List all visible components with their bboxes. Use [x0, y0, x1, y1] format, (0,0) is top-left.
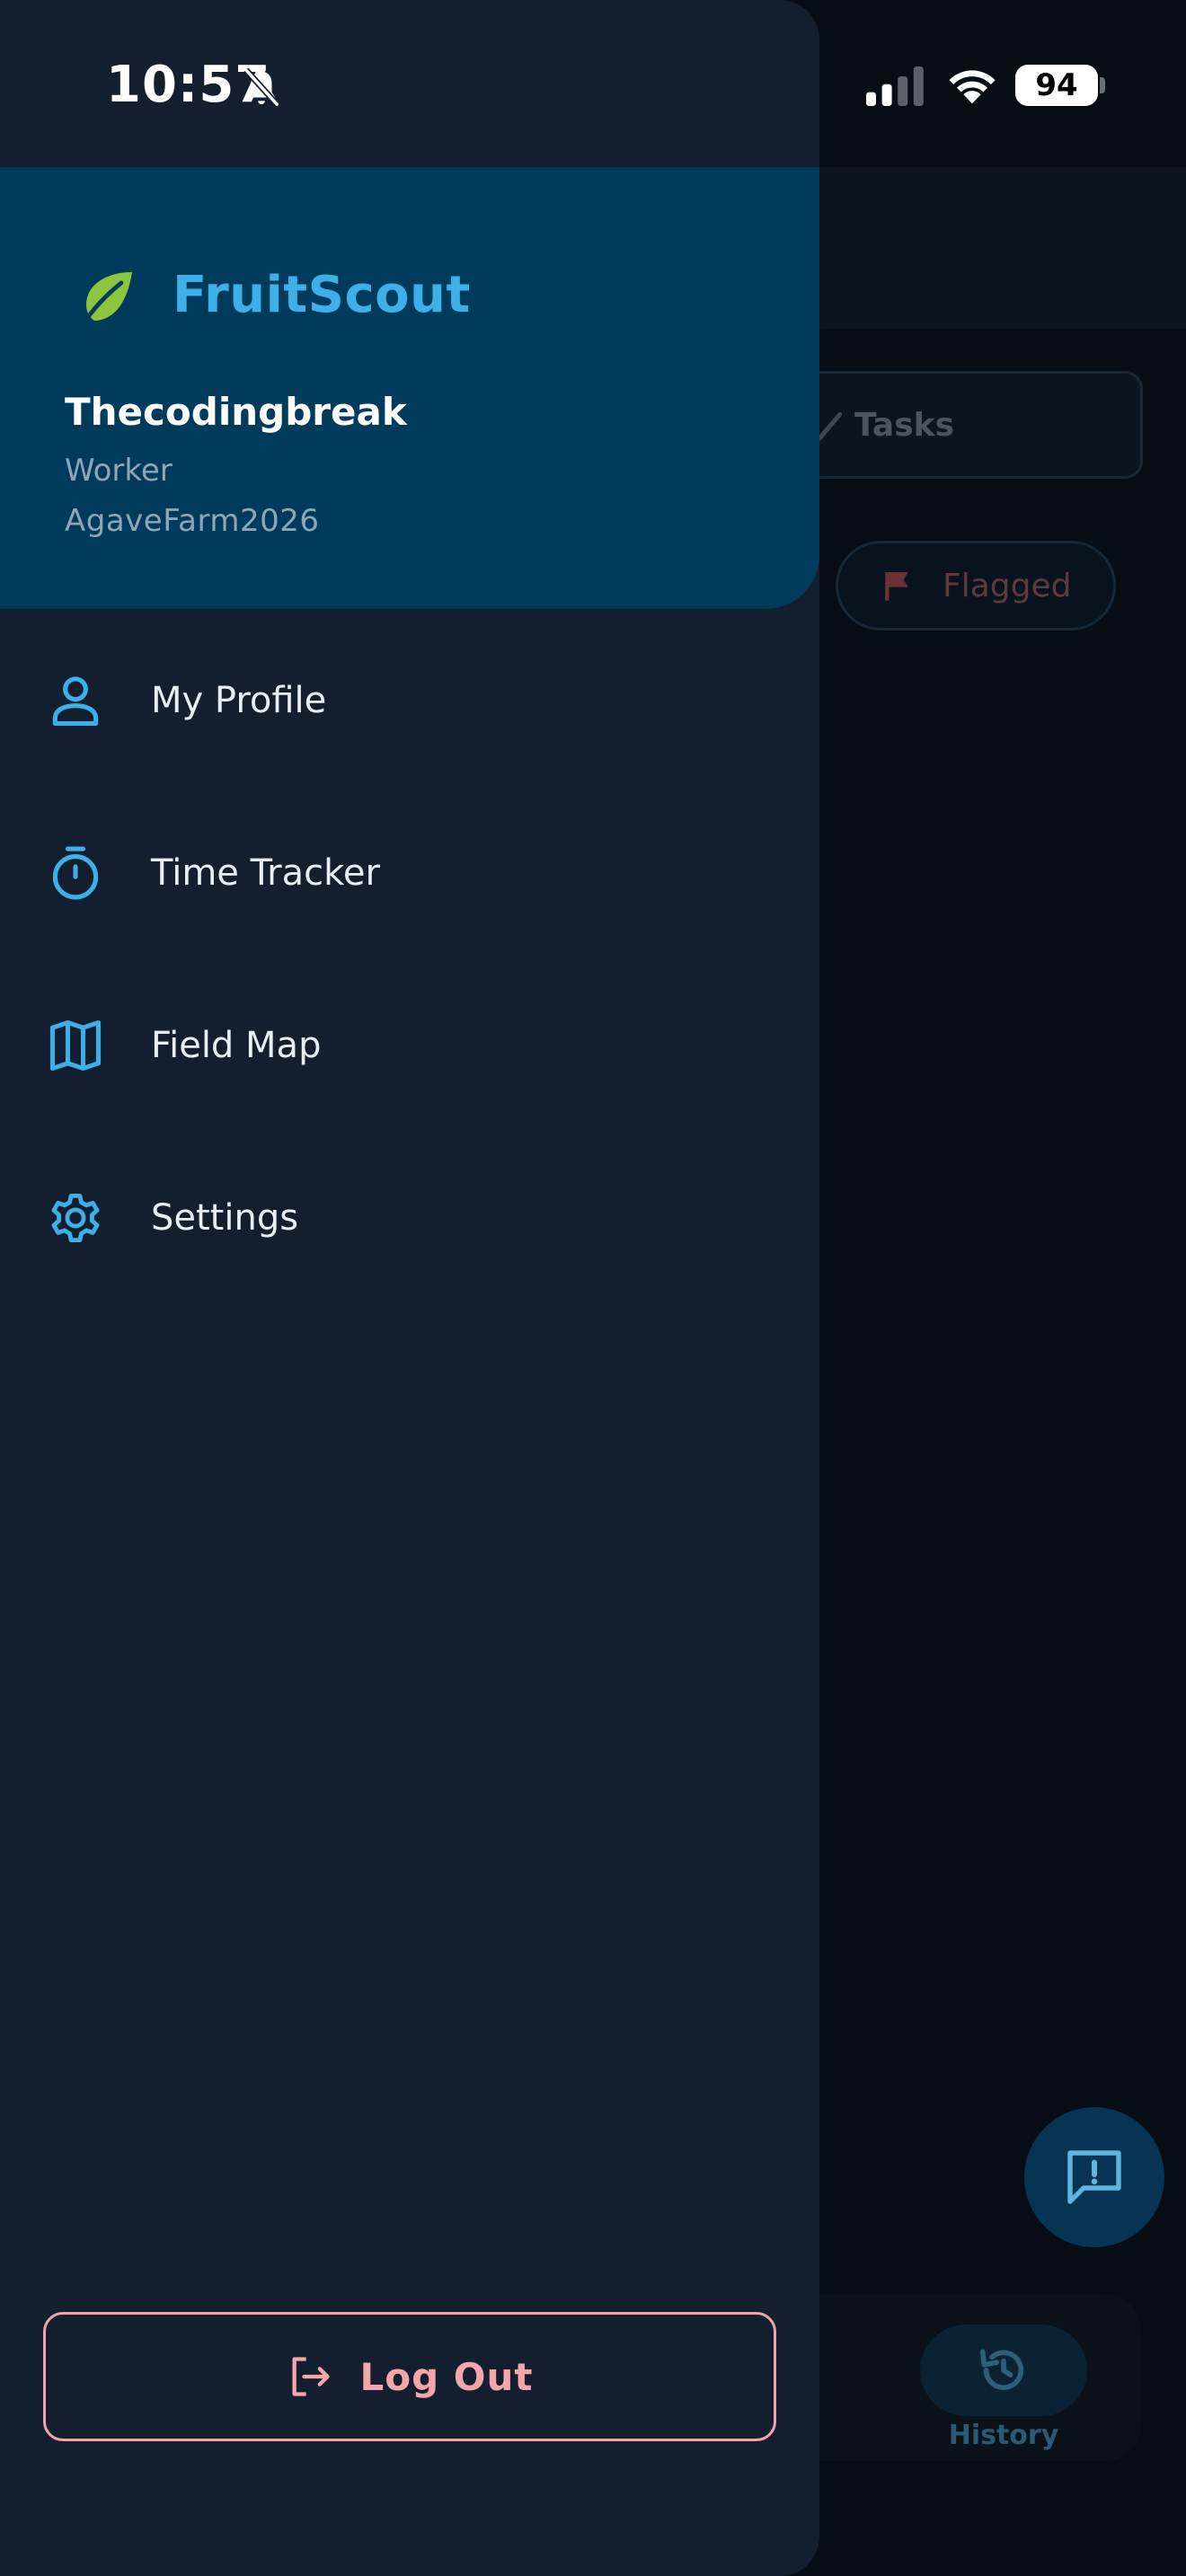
user-name: Thecodingbreak: [65, 390, 407, 434]
menu-item-label: Settings: [151, 1197, 299, 1239]
nav-history-label: History: [948, 2420, 1059, 2451]
flag-icon: [885, 572, 908, 601]
menu-item-label: Field Map: [151, 1025, 322, 1066]
report-issue-button[interactable]: [1024, 2107, 1164, 2247]
background-chip-flagged[interactable]: Flagged: [836, 541, 1116, 631]
user-farm: AgaveFarm2026: [65, 503, 320, 539]
menu-item-label: My Profile: [151, 680, 327, 721]
logout-icon: [292, 2357, 330, 2396]
logout-label: Log Out: [359, 2354, 534, 2399]
background-tab-label: Tasks: [854, 406, 955, 444]
logout-button[interactable]: Log Out: [43, 2312, 776, 2441]
user-role: Worker: [65, 453, 173, 489]
drawer-header: FruitScout Thecodingbreak Worker AgaveFa…: [0, 167, 819, 609]
menu-item-my-profile[interactable]: My Profile: [0, 629, 819, 772]
stopwatch-icon: [52, 846, 99, 900]
map-icon: [49, 1019, 102, 1072]
history-icon: [979, 2349, 1024, 2390]
background-tab-tasks[interactable]: Tasks: [782, 371, 1143, 479]
app-name: FruitScout: [173, 266, 471, 324]
gear-icon: [51, 1193, 100, 1243]
background-chip-label: Flagged: [943, 567, 1072, 604]
menu-item-settings[interactable]: Settings: [0, 1146, 819, 1290]
navigation-drawer: FruitScout Thecodingbreak Worker AgaveFa…: [0, 0, 819, 2576]
menu-item-time-tracker[interactable]: Time Tracker: [0, 801, 819, 945]
screen: Tasks Flagged History FruitScout Thecodi…: [0, 0, 1186, 2576]
leaf-icon: [81, 272, 132, 326]
nav-history-button[interactable]: [920, 2325, 1087, 2416]
menu-item-field-map[interactable]: Field Map: [0, 974, 819, 1117]
person-icon: [52, 676, 99, 727]
menu-item-label: Time Tracker: [151, 852, 380, 894]
feedback-icon: [1067, 2150, 1121, 2204]
